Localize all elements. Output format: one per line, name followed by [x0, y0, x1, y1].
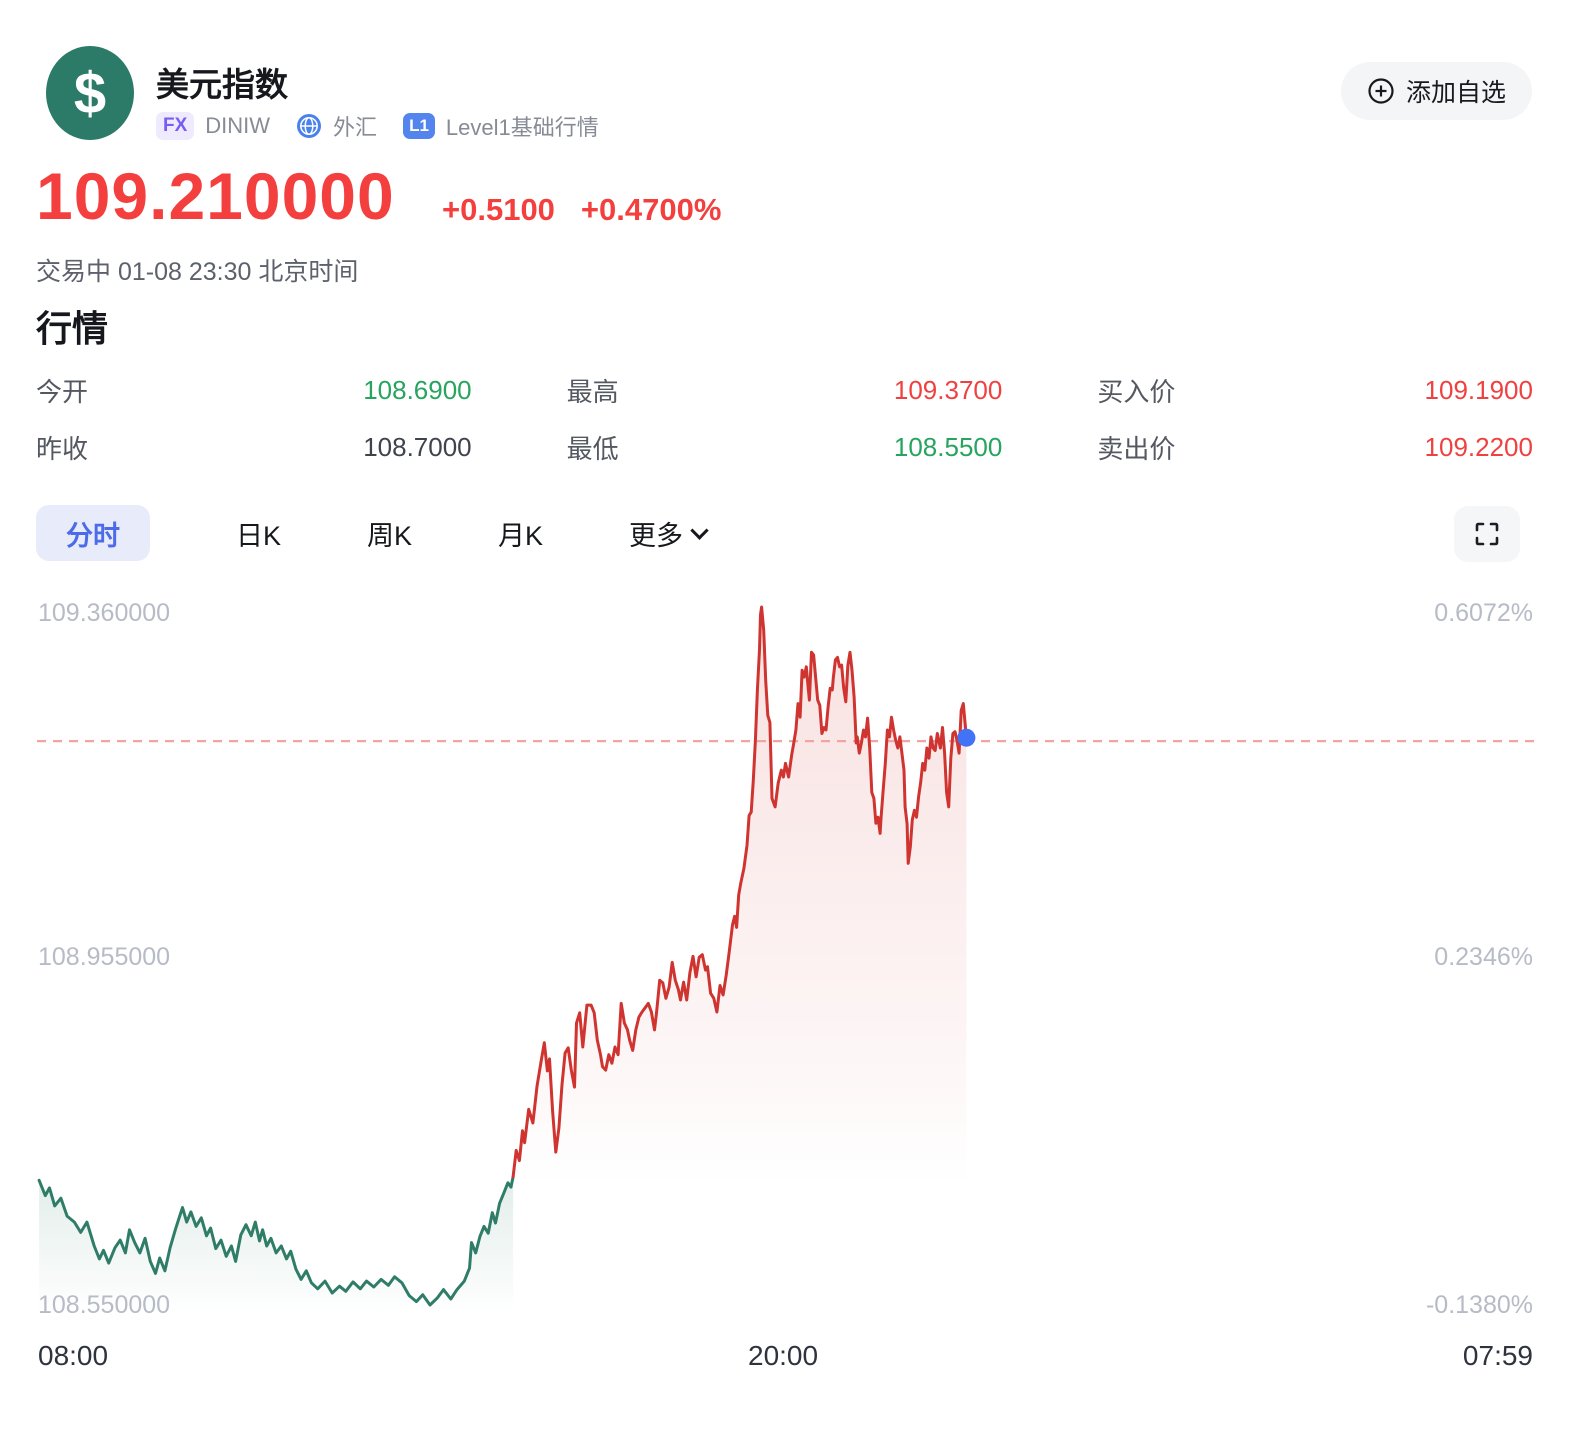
price-changes: +0.5100 +0.4700%	[442, 192, 721, 228]
tab-minute[interactable]: 分时	[36, 505, 150, 561]
tab-daily-k[interactable]: 日K	[236, 514, 281, 553]
x-axis-label-start: 08:00	[38, 1340, 109, 1371]
quote-stats: 今开 108.6900 最高 109.3700 买入价 109.1900 昨收 …	[36, 370, 1533, 468]
chart-tabs: 分时 日K 周K 月K 更多	[36, 504, 709, 562]
price-change: +0.5100	[442, 192, 555, 227]
trading-status: 交易中 01-08 23:30 北京时间	[36, 258, 359, 286]
dollar-icon: $	[73, 60, 107, 126]
stat-prev-close: 昨收 108.7000	[36, 432, 472, 464]
market-label: 外汇	[333, 115, 378, 140]
add-watchlist-label: 添加自选	[1405, 79, 1506, 107]
tab-weekly-k[interactable]: 周K	[367, 514, 412, 553]
pct-axis-label-mid: 0.2346%	[1434, 943, 1533, 971]
chevron-down-icon	[690, 520, 709, 540]
price-chart[interactable]	[37, 600, 1534, 1345]
pct-axis-label-top: 0.6072%	[1434, 599, 1533, 627]
minute-chart-svg	[37, 605, 1534, 1314]
stat-high: 最高 109.3700	[566, 375, 1003, 407]
stat-low: 最低 108.5500	[566, 432, 1003, 464]
symbol-code: DINIW	[205, 113, 271, 138]
last-price: 109.210000	[36, 159, 395, 233]
stat-ask: 卖出价 109.2200	[1097, 432, 1533, 464]
fullscreen-button[interactable]	[1454, 506, 1520, 562]
level-badge: L1	[403, 113, 435, 139]
symbol-tags: FX DINIW 外汇 L1 Level1基础行情	[156, 110, 599, 142]
y-axis-label-top: 109.360000	[38, 599, 171, 627]
fx-badge: FX	[156, 112, 195, 140]
level-label: Level1基础行情	[445, 115, 599, 140]
symbol-logo: $	[46, 46, 134, 140]
section-title: 行情	[36, 308, 109, 349]
x-axis-label-mid: 20:00	[748, 1340, 819, 1371]
circle-plus-icon	[1368, 78, 1394, 104]
last-price-dot	[957, 728, 976, 747]
pct-axis-label-bottom: -0.1380%	[1425, 1291, 1533, 1319]
tab-more[interactable]: 更多	[629, 514, 709, 553]
price-change-pct: +0.4700%	[580, 192, 722, 227]
stat-bid: 买入价 109.1900	[1097, 375, 1533, 407]
y-axis-label-bottom: 108.550000	[38, 1291, 171, 1319]
x-axis-label-end: 07:59	[1462, 1340, 1533, 1371]
tab-monthly-k[interactable]: 月K	[498, 514, 543, 553]
page-title: 美元指数	[156, 66, 288, 103]
stat-open: 今开 108.6900	[36, 375, 472, 407]
globe-icon	[297, 114, 322, 138]
add-watchlist-button[interactable]: 添加自选	[1340, 62, 1532, 120]
quote-page: $ 美元指数 FX DINIW 外汇 L1 Level1基础行情 添加自选 10…	[0, 0, 1570, 1438]
corner-brackets-icon	[1475, 522, 1499, 546]
y-axis-label-mid: 108.955000	[38, 943, 171, 971]
